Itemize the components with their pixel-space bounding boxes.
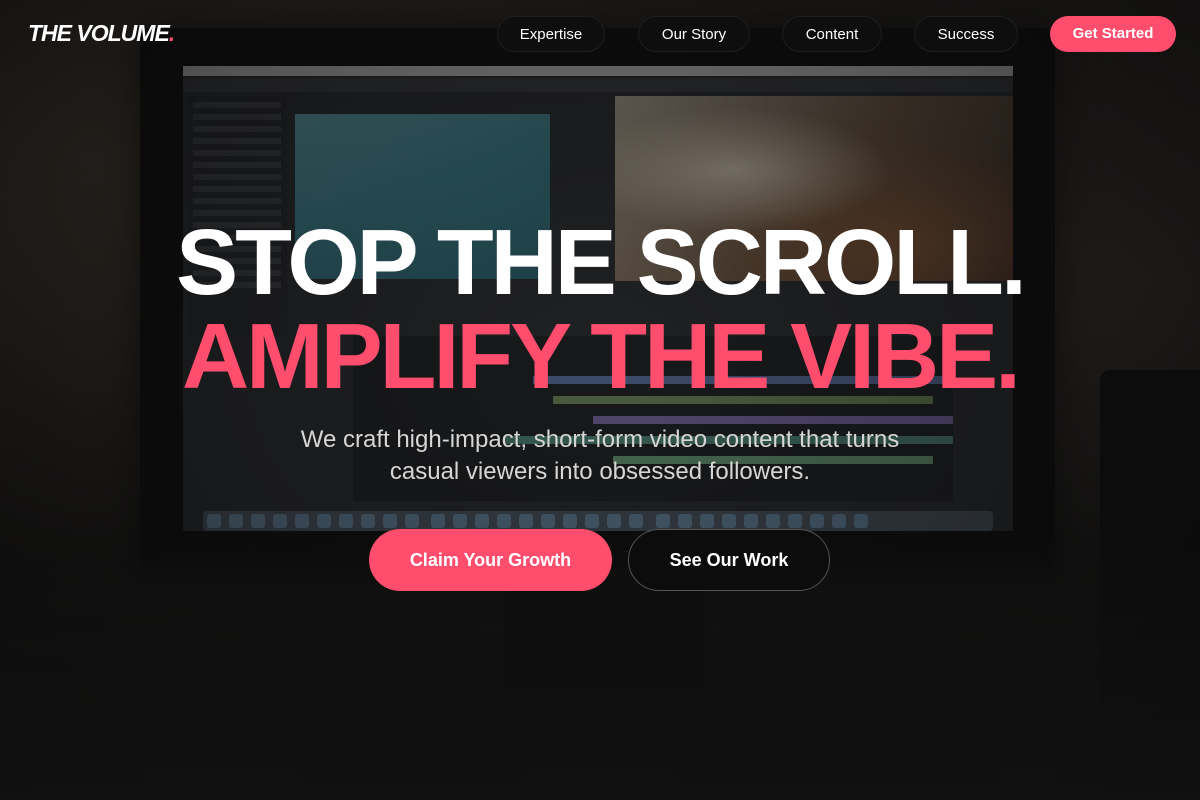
- see-our-work-button[interactable]: See Our Work: [628, 529, 830, 591]
- hero-subtitle-line2: casual viewers into obsessed followers.: [389, 458, 811, 485]
- nav-link-our-story[interactable]: Our Story: [638, 16, 750, 52]
- hero-subtitle: We craft high-impact, short-form video c…: [0, 424, 1200, 488]
- get-started-button[interactable]: Get Started: [1050, 16, 1176, 52]
- logo-dot: .: [168, 20, 175, 46]
- hero-headline-line1: STOP THE SCROLL.: [176, 210, 1027, 314]
- hero-headline-line2: AMPLIFY THE VIBE.: [181, 304, 1021, 408]
- claim-your-growth-button[interactable]: Claim Your Growth: [369, 529, 612, 591]
- site-logo[interactable]: THE VOLUME.: [28, 20, 175, 47]
- hero-subtitle-line1: We craft high-impact, short-form video c…: [300, 426, 900, 453]
- nav-link-expertise[interactable]: Expertise: [497, 16, 605, 52]
- nav-link-content[interactable]: Content: [782, 16, 882, 52]
- logo-text: THE VOLUME: [28, 20, 170, 46]
- nav-link-success[interactable]: Success: [914, 16, 1018, 52]
